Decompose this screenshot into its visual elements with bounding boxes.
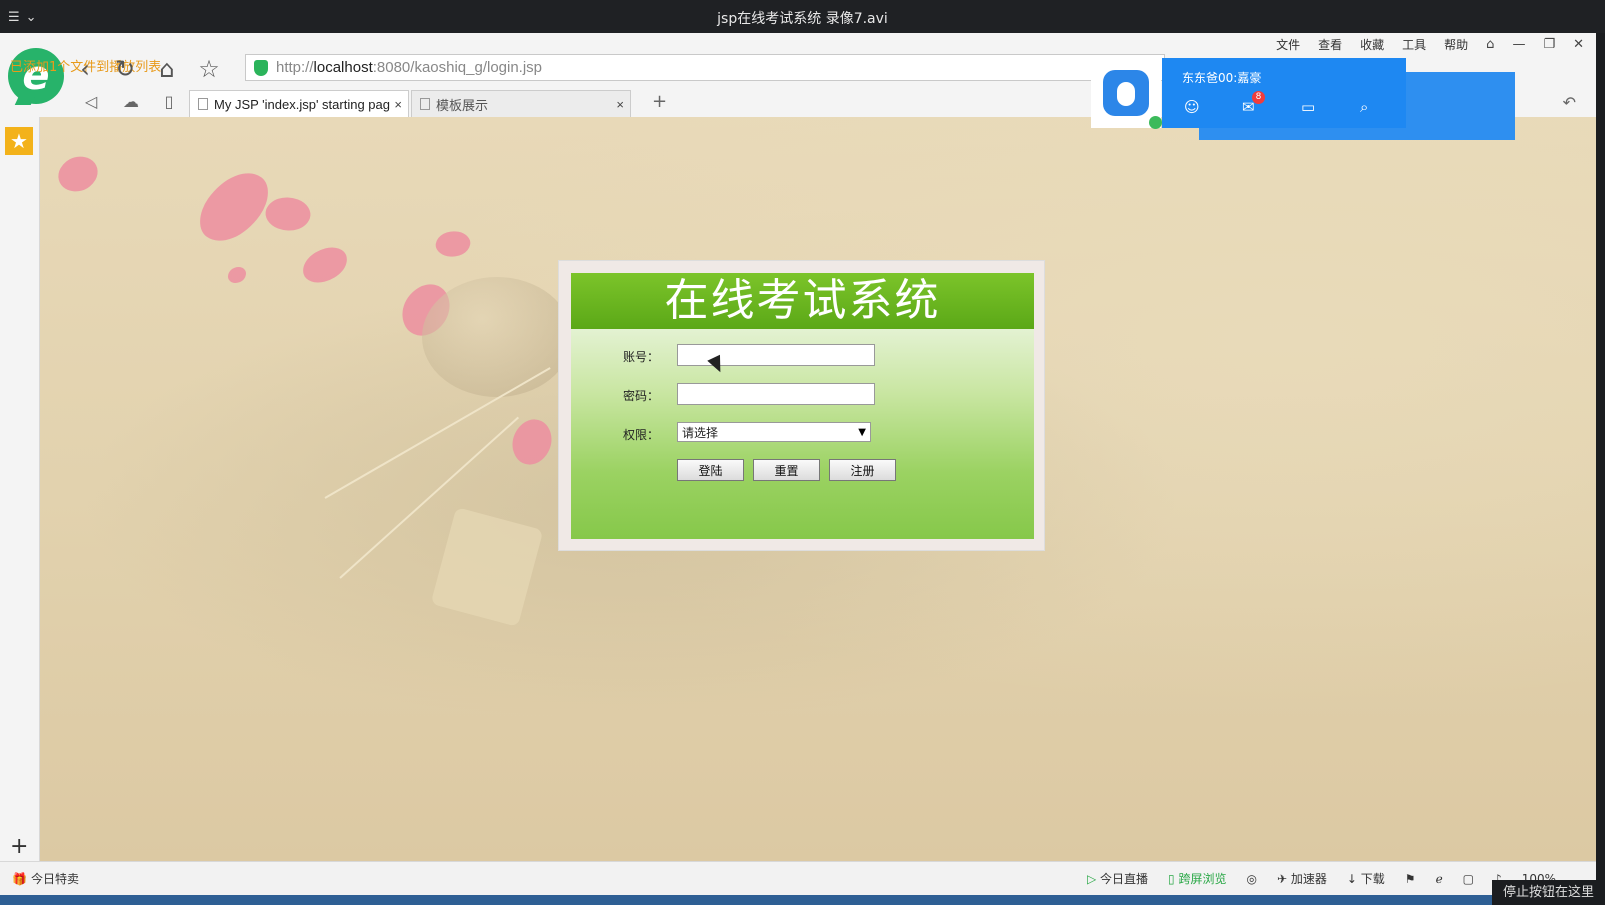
tab-label: 模板展示 bbox=[436, 97, 489, 113]
petal-decoration bbox=[298, 243, 352, 287]
tab-close-icon[interactable]: × bbox=[616, 97, 624, 112]
download-icon: ↓ bbox=[1346, 872, 1357, 886]
register-button[interactable]: 注册 bbox=[829, 459, 896, 481]
star-icon: ☆ bbox=[198, 55, 220, 83]
home-button[interactable]: ⌂ bbox=[152, 54, 182, 84]
mail-count-badge: 8 bbox=[1252, 91, 1265, 104]
sidebar-add-button[interactable]: + bbox=[10, 834, 28, 859]
petal-decoration bbox=[434, 228, 472, 260]
avatar-image bbox=[1103, 70, 1149, 116]
phone-icon: ▯ bbox=[1168, 872, 1175, 886]
login-panel: 在线考试系统 账号： 密码： 权限： 请选择 ▼ 登陆 重置 注册 bbox=[558, 260, 1045, 551]
cross-screen-button[interactable]: ▯ 跨屏浏览 bbox=[1168, 870, 1226, 887]
restore-button[interactable]: ❐ bbox=[1543, 37, 1555, 52]
rocket-icon: ✈ bbox=[1276, 872, 1288, 886]
cloud-icon[interactable]: ☁ bbox=[118, 92, 144, 114]
tab-templates[interactable]: 模板展示 × bbox=[411, 90, 631, 117]
tab-collapse-icon[interactable]: ◁ bbox=[78, 92, 104, 114]
menu-help[interactable]: 帮助 bbox=[1444, 36, 1468, 53]
notification-popup[interactable]: 东东爸00:嘉豪 ☺ ✉ 8 ▭ ⌕ bbox=[1091, 58, 1515, 140]
player-title: jsp在线考试系统 录像7.avi bbox=[717, 11, 888, 27]
coral-decoration bbox=[430, 507, 544, 627]
status-bar: 🎁 今日特卖 ▷ 今日直播 ▯ 跨屏浏览 ◎ ✈ 加速器 ↓ 下载 ⚑ ℯ ▢ ♪… bbox=[0, 861, 1596, 895]
menu-favorites[interactable]: 收藏 bbox=[1360, 36, 1384, 53]
window-icon[interactable]: ▢ bbox=[1463, 872, 1474, 886]
account-row: 账号： bbox=[571, 344, 1034, 368]
url-text: http://localhost:8080/kaoshiq_g/login.js… bbox=[276, 59, 543, 76]
document-icon bbox=[420, 98, 430, 110]
new-tab-button[interactable]: + bbox=[652, 91, 667, 112]
back-button[interactable]: ‹ bbox=[70, 54, 100, 84]
petal-decoration bbox=[189, 159, 279, 255]
password-label: 密码： bbox=[623, 389, 660, 403]
petal-decoration bbox=[261, 190, 315, 238]
petal-decoration bbox=[52, 148, 104, 200]
account-input[interactable] bbox=[677, 344, 875, 366]
button-row: 登陆 重置 注册 bbox=[571, 459, 1034, 483]
gift-icon: 🎁 bbox=[12, 872, 27, 886]
today-deals-link[interactable]: 🎁 今日特卖 bbox=[12, 870, 79, 887]
login-panel-body: 在线考试系统 账号： 密码： 权限： 请选择 ▼ 登陆 重置 注册 bbox=[571, 273, 1034, 539]
back-icon: ‹ bbox=[80, 55, 90, 83]
calendar-icon[interactable]: ▭ bbox=[1301, 98, 1319, 116]
speed-icon[interactable]: ◎ bbox=[1247, 872, 1257, 886]
role-label: 权限： bbox=[623, 428, 660, 442]
login-title: 在线考试系统 bbox=[571, 273, 1034, 329]
contact-name: 东东爸00:嘉豪 bbox=[1182, 71, 1262, 85]
online-check-icon bbox=[1149, 116, 1162, 129]
browser-window: 文件 查看 收藏 工具 帮助 ⌂ — ❐ ✕ e 已添加1个文件到播放列表 ‹ … bbox=[0, 33, 1596, 895]
role-row: 权限： 请选择 ▼ bbox=[571, 422, 1034, 446]
role-selected-value: 请选择 bbox=[682, 425, 719, 440]
browser-menu-strip: 文件 查看 收藏 工具 帮助 ⌂ — ❐ ✕ bbox=[1276, 33, 1596, 55]
stop-button-note: 停止按钮在这里 bbox=[1492, 880, 1605, 905]
play-icon: ▷ bbox=[1086, 872, 1097, 886]
reset-button[interactable]: 重置 bbox=[753, 459, 820, 481]
shield-icon bbox=[254, 59, 268, 76]
ie-icon[interactable]: ℯ bbox=[1436, 872, 1443, 886]
stone-decoration bbox=[422, 277, 572, 397]
reading-icon[interactable]: ▯ bbox=[156, 92, 182, 114]
tab-close-icon[interactable]: × bbox=[394, 97, 402, 112]
tab-index[interactable]: My JSP 'index.jsp' starting pag × bbox=[189, 90, 409, 117]
account-label: 账号： bbox=[623, 350, 660, 364]
menu-view[interactable]: 查看 bbox=[1318, 36, 1342, 53]
address-bar[interactable]: http://localhost:8080/kaoshiq_g/login.js… bbox=[245, 54, 1165, 81]
search-icon[interactable]: ⌕ bbox=[1360, 98, 1378, 116]
refresh-icon: ↻ bbox=[114, 55, 136, 83]
dropdown-arrow-icon: ▼ bbox=[858, 426, 866, 438]
favorites-star-icon[interactable]: ★ bbox=[5, 127, 33, 155]
refresh-button[interactable]: ↻ bbox=[110, 54, 140, 84]
password-row: 密码： bbox=[571, 383, 1034, 407]
smile-icon[interactable]: ☺ bbox=[1184, 98, 1202, 116]
tab-label: My JSP 'index.jsp' starting pag bbox=[214, 96, 390, 112]
minimize-button[interactable]: — bbox=[1512, 37, 1525, 52]
taskbar bbox=[0, 895, 1605, 905]
shirt-icon[interactable]: ⌂ bbox=[1486, 37, 1494, 52]
role-select[interactable]: 请选择 ▼ bbox=[677, 422, 871, 442]
favorite-button[interactable]: ☆ bbox=[194, 54, 224, 84]
login-button[interactable]: 登陆 bbox=[677, 459, 744, 481]
password-input[interactable] bbox=[677, 383, 875, 405]
browser-sidebar: ★ + bbox=[0, 117, 40, 861]
petal-decoration bbox=[228, 267, 246, 283]
home-icon: ⌂ bbox=[159, 55, 175, 83]
live-button[interactable]: ▷ 今日直播 bbox=[1087, 870, 1148, 887]
menu-file[interactable]: 文件 bbox=[1276, 36, 1300, 53]
document-icon bbox=[198, 98, 208, 110]
player-title-bar: ☰ ⌄ jsp在线考试系统 录像7.avi bbox=[0, 0, 1605, 33]
page-background: 在线考试系统 账号： 密码： 权限： 请选择 ▼ 登陆 重置 注册 bbox=[40, 117, 1596, 861]
accelerator-button[interactable]: ✈ 加速器 bbox=[1277, 870, 1327, 887]
close-button[interactable]: ✕ bbox=[1573, 37, 1584, 52]
status-bar-tools: ▷ 今日直播 ▯ 跨屏浏览 ◎ ✈ 加速器 ↓ 下载 ⚑ ℯ ▢ ♪ 100% bbox=[1087, 870, 1556, 887]
undo-close-icon[interactable]: ↶ bbox=[1563, 93, 1576, 112]
flag-icon[interactable]: ⚑ bbox=[1405, 872, 1416, 886]
menu-tools[interactable]: 工具 bbox=[1402, 36, 1426, 53]
download-button[interactable]: ↓ 下载 bbox=[1347, 870, 1385, 887]
notification-card: 东东爸00:嘉豪 ☺ ✉ 8 ▭ ⌕ bbox=[1162, 58, 1406, 128]
